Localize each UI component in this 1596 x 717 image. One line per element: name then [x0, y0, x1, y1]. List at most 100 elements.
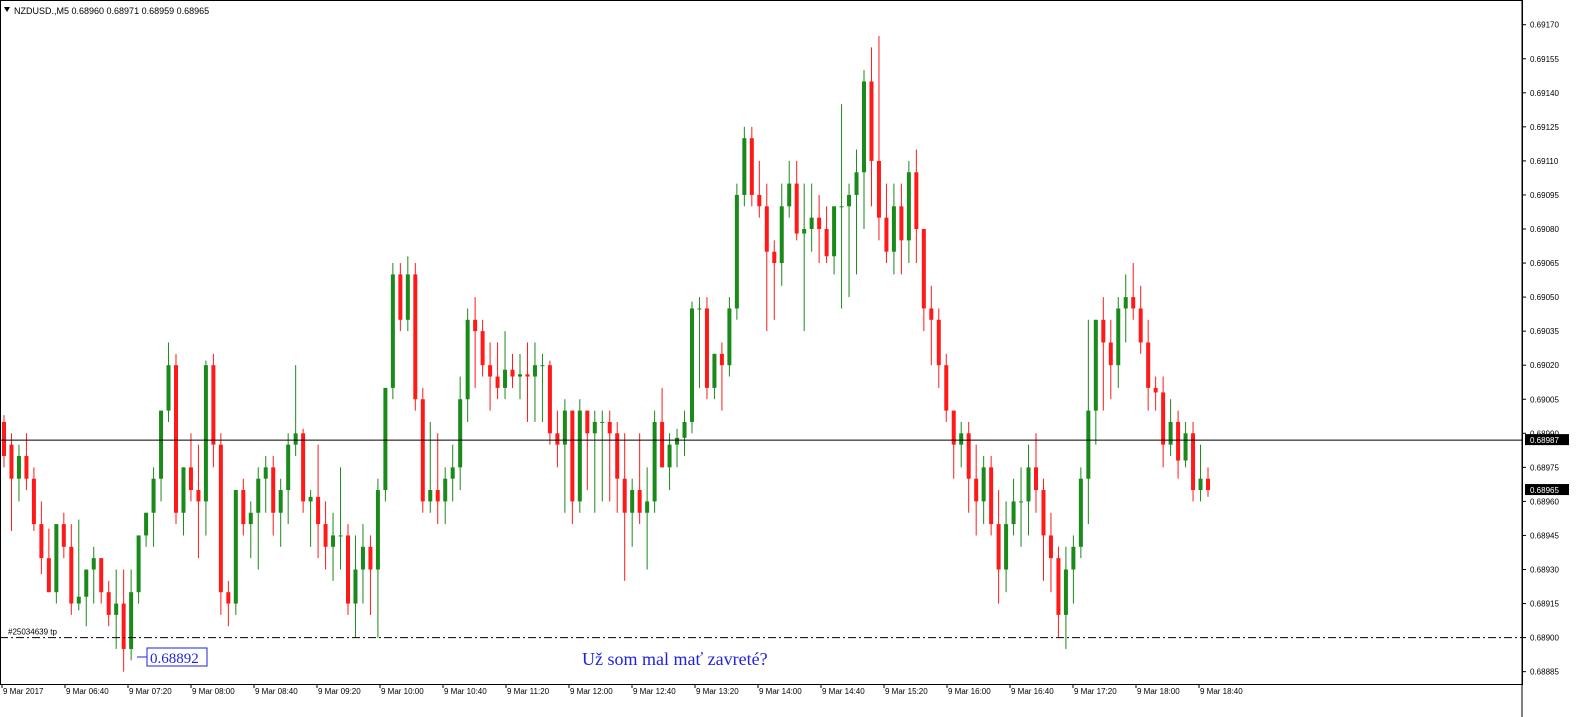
bear-candle[interactable]	[1161, 392, 1166, 445]
bull-candle[interactable]	[682, 421, 687, 438]
bear-candle[interactable]	[1206, 478, 1210, 491]
bear-candle[interactable]	[323, 524, 328, 547]
bear-candle[interactable]	[757, 194, 762, 207]
bull-candle[interactable]	[443, 478, 448, 502]
bull-candle[interactable]	[809, 217, 814, 229]
bear-candle[interactable]	[1034, 467, 1038, 491]
bull-candle[interactable]	[675, 437, 680, 445]
bull-candle[interactable]	[1078, 478, 1083, 547]
bull-candle[interactable]	[1019, 501, 1024, 503]
bear-candle[interactable]	[585, 410, 590, 434]
bear-candle[interactable]	[794, 183, 799, 234]
bull-candle[interactable]	[734, 194, 739, 309]
chart-comment[interactable]: Už som mal mať zavreté?	[582, 649, 768, 669]
bear-candle[interactable]	[1131, 297, 1136, 309]
bear-candle[interactable]	[31, 478, 36, 525]
bear-candle[interactable]	[547, 365, 552, 434]
bear-candle[interactable]	[921, 229, 926, 309]
bear-candle[interactable]	[555, 433, 560, 445]
bear-candle[interactable]	[824, 229, 829, 257]
bear-candle[interactable]	[764, 206, 769, 252]
bull-candle[interactable]	[248, 512, 253, 525]
bear-candle[interactable]	[480, 331, 485, 366]
bear-candle[interactable]	[607, 421, 612, 434]
bear-candle[interactable]	[2, 421, 6, 456]
bull-candle[interactable]	[465, 319, 470, 400]
bull-candle[interactable]	[256, 478, 261, 513]
bull-candle[interactable]	[1168, 421, 1173, 445]
bull-candle[interactable]	[906, 172, 911, 241]
bull-candle[interactable]	[286, 444, 291, 491]
bear-candle[interactable]	[1146, 342, 1151, 388]
bull-candle[interactable]	[84, 569, 89, 597]
bear-candle[interactable]	[929, 308, 934, 320]
bull-candle[interactable]	[1026, 467, 1031, 502]
bull-candle[interactable]	[360, 546, 365, 570]
bull-candle[interactable]	[832, 206, 837, 257]
bear-candle[interactable]	[435, 490, 440, 502]
bull-candle[interactable]	[450, 467, 455, 479]
bear-candle[interactable]	[188, 467, 193, 491]
bear-candle[interactable]	[622, 478, 627, 513]
bull-candle[interactable]	[562, 410, 567, 445]
bull-candle[interactable]	[854, 172, 859, 195]
bear-candle[interactable]	[1176, 421, 1181, 461]
bull-candle[interactable]	[203, 365, 208, 502]
bull-candle[interactable]	[181, 467, 186, 513]
bull-candle[interactable]	[1071, 546, 1076, 570]
bear-candle[interactable]	[226, 592, 231, 604]
bear-candle[interactable]	[944, 365, 949, 411]
bear-candle[interactable]	[61, 524, 66, 547]
bear-candle[interactable]	[495, 376, 500, 388]
bear-candle[interactable]	[398, 274, 403, 320]
bull-candle[interactable]	[331, 535, 336, 547]
bear-candle[interactable]	[218, 444, 223, 593]
bull-candle[interactable]	[891, 206, 896, 252]
bear-candle[interactable]	[996, 524, 1001, 570]
bear-candle[interactable]	[914, 172, 919, 229]
bear-candle[interactable]	[884, 217, 889, 252]
bull-candle[interactable]	[645, 501, 650, 513]
bear-candle[interactable]	[704, 308, 709, 388]
bear-candle[interactable]	[510, 369, 515, 377]
bear-candle[interactable]	[1153, 387, 1158, 393]
bear-candle[interactable]	[1101, 319, 1106, 343]
chart-canvas[interactable]: 0.69170 0.69155 0.69140 0.69125 0.69110 0.690…	[0, 0, 1596, 717]
bear-candle[interactable]	[346, 535, 350, 604]
bear-candle[interactable]	[772, 251, 777, 264]
bull-candle[interactable]	[16, 456, 21, 479]
bull-candle[interactable]	[405, 274, 410, 320]
bull-candle[interactable]	[91, 558, 96, 570]
bear-candle[interactable]	[121, 603, 126, 649]
bear-candle[interactable]	[951, 410, 956, 445]
bull-candle[interactable]	[1004, 524, 1009, 570]
bull-candle[interactable]	[742, 138, 747, 195]
bull-candle[interactable]	[1123, 297, 1128, 309]
bull-candle[interactable]	[1183, 433, 1188, 461]
bull-candle[interactable]	[54, 524, 59, 593]
bear-candle[interactable]	[570, 410, 575, 502]
bull-candle[interactable]	[839, 206, 844, 208]
bear-candle[interactable]	[174, 365, 178, 513]
bull-candle[interactable]	[114, 603, 119, 615]
bull-candle[interactable]	[577, 410, 582, 502]
bear-candle[interactable]	[39, 524, 44, 559]
bull-candle[interactable]	[151, 478, 156, 513]
bear-candle[interactable]	[936, 319, 941, 366]
bull-candle[interactable]	[847, 194, 852, 207]
bear-candle[interactable]	[876, 160, 881, 218]
bear-candle[interactable]	[989, 467, 994, 525]
bull-candle[interactable]	[144, 512, 149, 536]
bull-candle[interactable]	[136, 535, 141, 593]
bull-candle[interactable]	[1093, 319, 1098, 411]
bear-candle[interactable]	[271, 467, 276, 513]
bull-candle[interactable]	[697, 308, 702, 310]
bull-candle[interactable]	[383, 387, 388, 491]
bear-candle[interactable]	[817, 217, 822, 229]
bear-candle[interactable]	[368, 546, 373, 570]
bear-candle[interactable]	[488, 365, 493, 377]
bear-candle[interactable]	[974, 478, 979, 502]
bull-candle[interactable]	[233, 490, 238, 604]
bear-candle[interactable]	[1138, 308, 1143, 343]
bear-candle[interactable]	[473, 319, 478, 332]
